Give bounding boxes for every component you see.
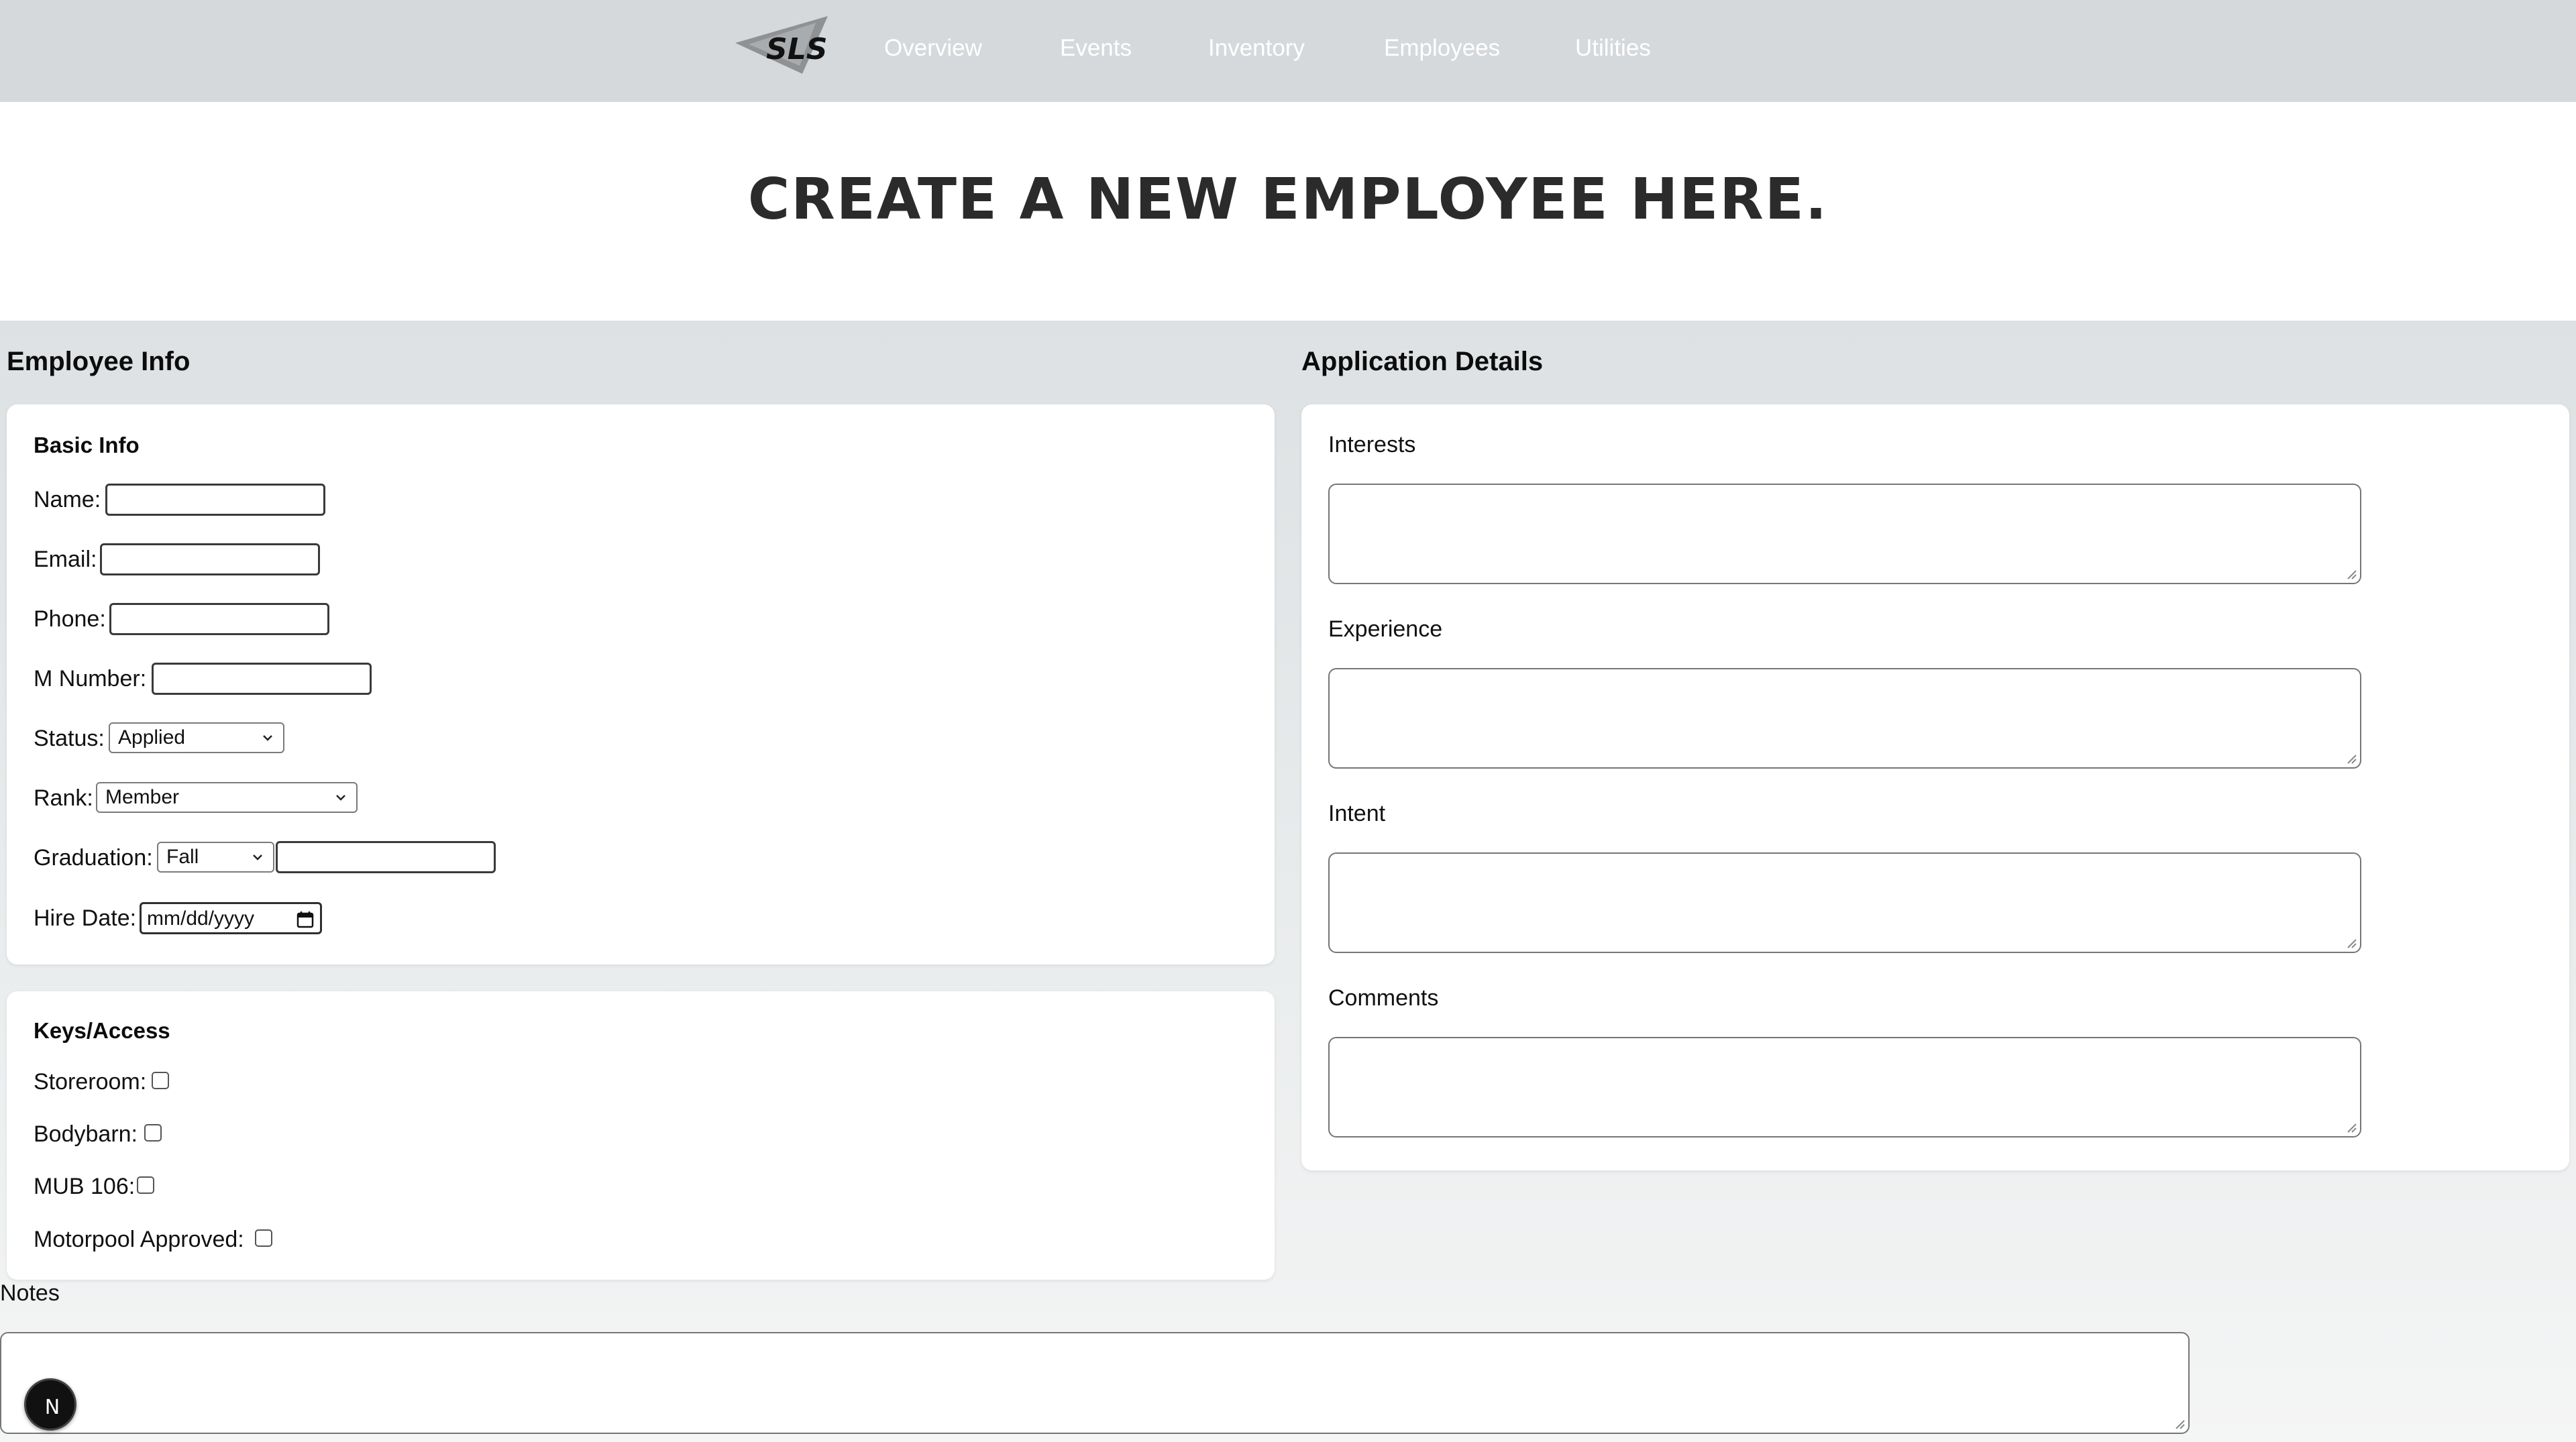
graduation-term-value: Fall — [166, 846, 199, 868]
graduation-year-input[interactable] — [276, 841, 496, 873]
chevron-down-icon — [253, 854, 262, 861]
email-label: Email: — [34, 547, 97, 572]
status-select[interactable]: Applied — [109, 722, 284, 753]
n-logo-icon: N — [45, 1396, 60, 1419]
mub-106-checkbox[interactable] — [137, 1176, 154, 1194]
status-select-value: Applied — [118, 726, 186, 748]
intent-label: Intent — [1328, 801, 1386, 826]
keys-access-title: Keys/Access — [34, 1018, 170, 1043]
intent-textarea[interactable] — [1328, 852, 2361, 953]
logo-mark-icon: SLS — [735, 16, 828, 74]
name-label: Name: — [34, 487, 101, 512]
basic-info-title: Basic Info — [34, 433, 140, 457]
experience-label: Experience — [1328, 616, 1443, 642]
notes-label: Notes — [0, 1280, 60, 1306]
status-label: Status: — [34, 726, 105, 751]
storeroom-checkbox[interactable] — [152, 1072, 169, 1089]
resize-grip-icon[interactable] — [2345, 753, 2357, 765]
phone-input[interactable] — [109, 603, 329, 635]
storeroom-label: Storeroom: — [34, 1069, 147, 1095]
phone-label: Phone: — [34, 606, 106, 632]
chevron-down-icon — [263, 735, 272, 741]
chevron-down-icon — [336, 795, 345, 801]
nav-link-overview[interactable]: Overview — [884, 35, 982, 62]
top-navigation-bar: SLS Overview Events Inventory Employees … — [0, 0, 2576, 102]
resize-grip-icon[interactable] — [2345, 937, 2357, 949]
rank-label: Rank: — [34, 785, 93, 811]
experience-textarea[interactable] — [1328, 668, 2361, 769]
keys-access-card: Keys/Access Storeroom: Bodybarn: MUB 106… — [7, 991, 1275, 1280]
comments-textarea[interactable] — [1328, 1037, 2361, 1138]
name-input[interactable] — [105, 484, 325, 516]
basic-info-card: Basic Info Name: Email: Phone: M Number:… — [7, 404, 1275, 964]
nav-link-employees[interactable]: Employees — [1384, 35, 1500, 62]
bodybarn-checkbox[interactable] — [144, 1124, 162, 1142]
bodybarn-label: Bodybarn: — [34, 1121, 138, 1147]
svg-text:N: N — [45, 1396, 60, 1419]
employee-info-heading: Employee Info — [7, 347, 191, 376]
page-title: CREATE A NEW EMPLOYEE HERE. — [747, 166, 1829, 233]
rank-select-value: Member — [105, 786, 180, 808]
comments-label: Comments — [1328, 985, 1439, 1011]
interests-label: Interests — [1328, 432, 1416, 457]
calendar-icon[interactable] — [296, 910, 315, 929]
nav-link-events[interactable]: Events — [1060, 35, 1132, 62]
interests-textarea[interactable] — [1328, 484, 2361, 584]
m-number-input[interactable] — [152, 663, 372, 695]
resize-grip-icon[interactable] — [2345, 1121, 2357, 1133]
resize-grip-icon[interactable] — [2345, 568, 2357, 580]
mub-106-label: MUB 106: — [34, 1174, 136, 1199]
m-number-label: M Number: — [34, 666, 147, 691]
n-badge-button[interactable]: N — [24, 1378, 76, 1431]
hire-date-input[interactable]: mm/dd/yyyy — [140, 902, 322, 934]
hire-date-placeholder: mm/dd/yyyy — [147, 907, 255, 930]
nav-link-utilities[interactable]: Utilities — [1575, 35, 1651, 62]
hire-date-label: Hire Date: — [34, 905, 137, 931]
rank-select[interactable]: Member — [96, 782, 358, 813]
graduation-term-select[interactable]: Fall — [157, 842, 274, 873]
motorpool-approved-label: Motorpool Approved: — [34, 1227, 244, 1252]
application-details-heading: Application Details — [1301, 347, 1544, 376]
sls-logo[interactable]: SLS — [735, 16, 835, 74]
svg-text:SLS: SLS — [766, 32, 827, 66]
resize-grip-icon[interactable] — [2174, 1418, 2186, 1430]
application-details-card: Interests Experience Intent Comments — [1301, 404, 2569, 1170]
motorpool-approved-checkbox[interactable] — [255, 1229, 272, 1247]
email-input[interactable] — [100, 543, 320, 575]
graduation-label: Graduation: — [34, 845, 153, 871]
nav-link-inventory[interactable]: Inventory — [1208, 35, 1305, 62]
notes-textarea[interactable] — [0, 1332, 2190, 1434]
